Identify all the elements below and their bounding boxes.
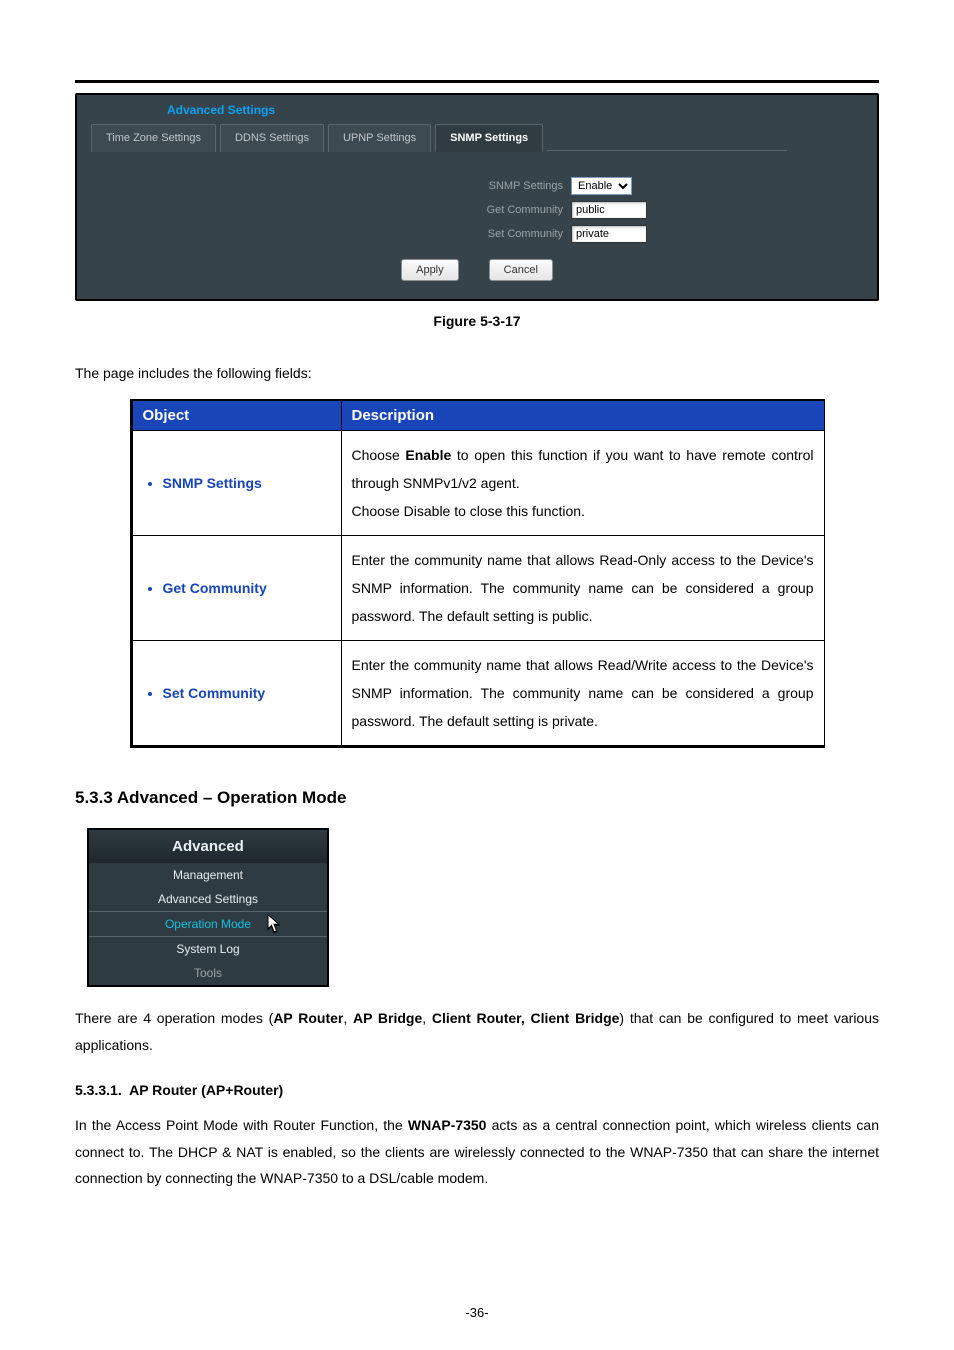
- th-object: Object: [131, 400, 341, 431]
- cursor-icon: [265, 913, 285, 941]
- th-description: Description: [341, 400, 824, 431]
- desc-text: Enter the community name that allows Rea…: [341, 641, 824, 747]
- desc-bold: Enable: [405, 447, 451, 463]
- desc-text: Choose Disable to close this function.: [352, 503, 585, 519]
- fields-table: Object Description SNMP Settings Choose …: [130, 399, 825, 748]
- table-row: Get Community Enter the community name t…: [131, 536, 824, 641]
- get-community-input[interactable]: [571, 201, 647, 219]
- advanced-header: Advanced: [89, 830, 327, 863]
- apply-button[interactable]: Apply: [401, 259, 459, 281]
- modes-paragraph: There are 4 operation modes (AP Router, …: [75, 1005, 879, 1058]
- intro-text: The page includes the following fields:: [75, 365, 879, 381]
- get-community-label: Get Community: [263, 204, 563, 216]
- section-heading: 5.3.3 Advanced – Operation Mode: [75, 788, 879, 808]
- desc-text: Enter the community name that allows Rea…: [341, 536, 824, 641]
- desc-text: Choose: [352, 447, 406, 463]
- menu-system-log[interactable]: System Log: [89, 937, 327, 961]
- snmp-settings-select[interactable]: Enable: [571, 177, 632, 195]
- panel-title: Advanced Settings: [77, 95, 877, 123]
- figure-caption: Figure 5-3-17: [75, 313, 879, 329]
- page-number: -36-: [0, 1305, 954, 1320]
- menu-advanced-settings[interactable]: Advanced Settings: [89, 887, 327, 911]
- snmp-settings-label: SNMP Settings: [263, 180, 563, 192]
- set-community-label: Set Community: [263, 228, 563, 240]
- set-community-input[interactable]: [571, 225, 647, 243]
- table-row: Set Community Enter the community name t…: [131, 641, 824, 747]
- obj-get-community: Get Community: [163, 580, 267, 596]
- tab-snmp[interactable]: SNMP Settings: [435, 124, 543, 152]
- table-row: SNMP Settings Choose Enable to open this…: [131, 431, 824, 536]
- menu-management[interactable]: Management: [89, 863, 327, 887]
- advanced-menu-screenshot: Advanced Management Advanced Settings Op…: [87, 828, 329, 987]
- obj-set-community: Set Community: [163, 685, 266, 701]
- cancel-button[interactable]: Cancel: [489, 259, 553, 281]
- tab-time-zone[interactable]: Time Zone Settings: [91, 124, 216, 152]
- menu-operation-mode[interactable]: Operation Mode: [89, 912, 327, 936]
- snmp-settings-screenshot: Advanced Settings Time Zone Settings DDN…: [75, 93, 879, 301]
- tab-upnp[interactable]: UPNP Settings: [328, 124, 431, 152]
- subsection-heading: 5.3.3.1. AP Router (AP+Router): [75, 1082, 879, 1098]
- obj-snmp: SNMP Settings: [163, 475, 262, 491]
- tab-ddns[interactable]: DDNS Settings: [220, 124, 324, 152]
- body-paragraph: In the Access Point Mode with Router Fun…: [75, 1112, 879, 1192]
- menu-tools[interactable]: Tools: [89, 961, 327, 985]
